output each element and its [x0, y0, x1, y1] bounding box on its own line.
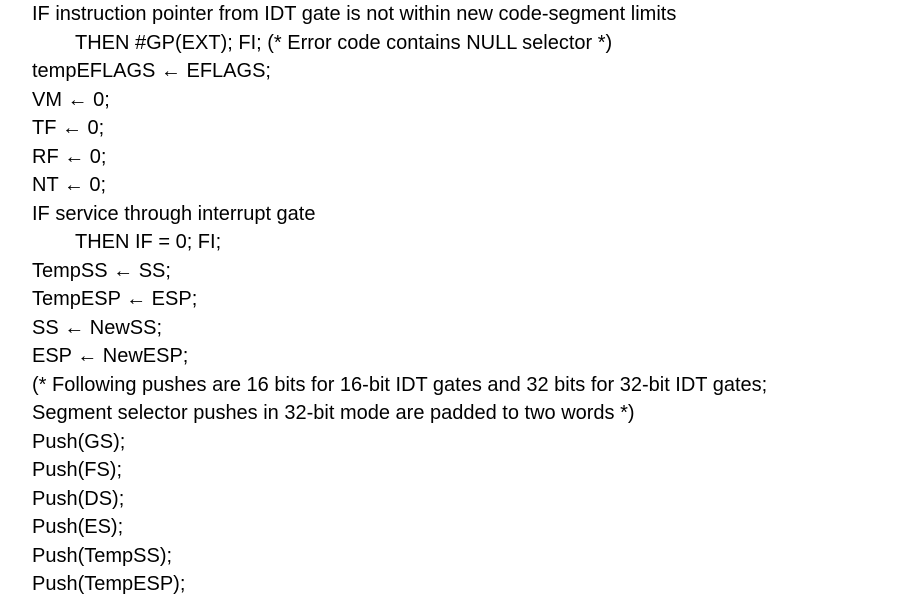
code-line: Push(GS); [32, 430, 126, 453]
code-line: Push(ES); [32, 516, 124, 538]
code-line: NT ← 0; [32, 174, 107, 196]
code-line: RF ← 0; [32, 145, 107, 168]
code-line: SS ← NewSS; [32, 316, 163, 339]
code-line: VM ← 0; [32, 88, 110, 111]
code-line: Push(TempESP); [32, 573, 186, 595]
code-line: tempEFLAGS ← EFLAGS; [32, 60, 271, 82]
code-line: Push(FS); [32, 459, 123, 481]
code-line: TempESP ← ESP; [32, 288, 198, 310]
code-line: ESP ← NewESP; [32, 345, 189, 367]
code-line: Push(TempSS); [32, 544, 173, 567]
code-line: IF instruction pointer from IDT gate is … [32, 3, 677, 25]
code-line: IF service through interrupt gate [32, 202, 316, 225]
code-line: (* Following pushes are 16 bits for 16-b… [32, 373, 768, 396]
code-line: Segment selector pushes in 32-bit mode a… [32, 402, 635, 424]
code-line: THEN IF = 0; FI; [75, 231, 222, 253]
code-line: THEN #GP(EXT); FI; (* Error code contain… [75, 31, 613, 54]
code-line: TempSS ← SS; [32, 259, 171, 282]
code-line: TF ← 0; [32, 117, 105, 139]
code-line: Push(DS); [32, 487, 125, 510]
pseudocode-block: IF instruction pointer from IDT gate is … [32, 0, 902, 606]
